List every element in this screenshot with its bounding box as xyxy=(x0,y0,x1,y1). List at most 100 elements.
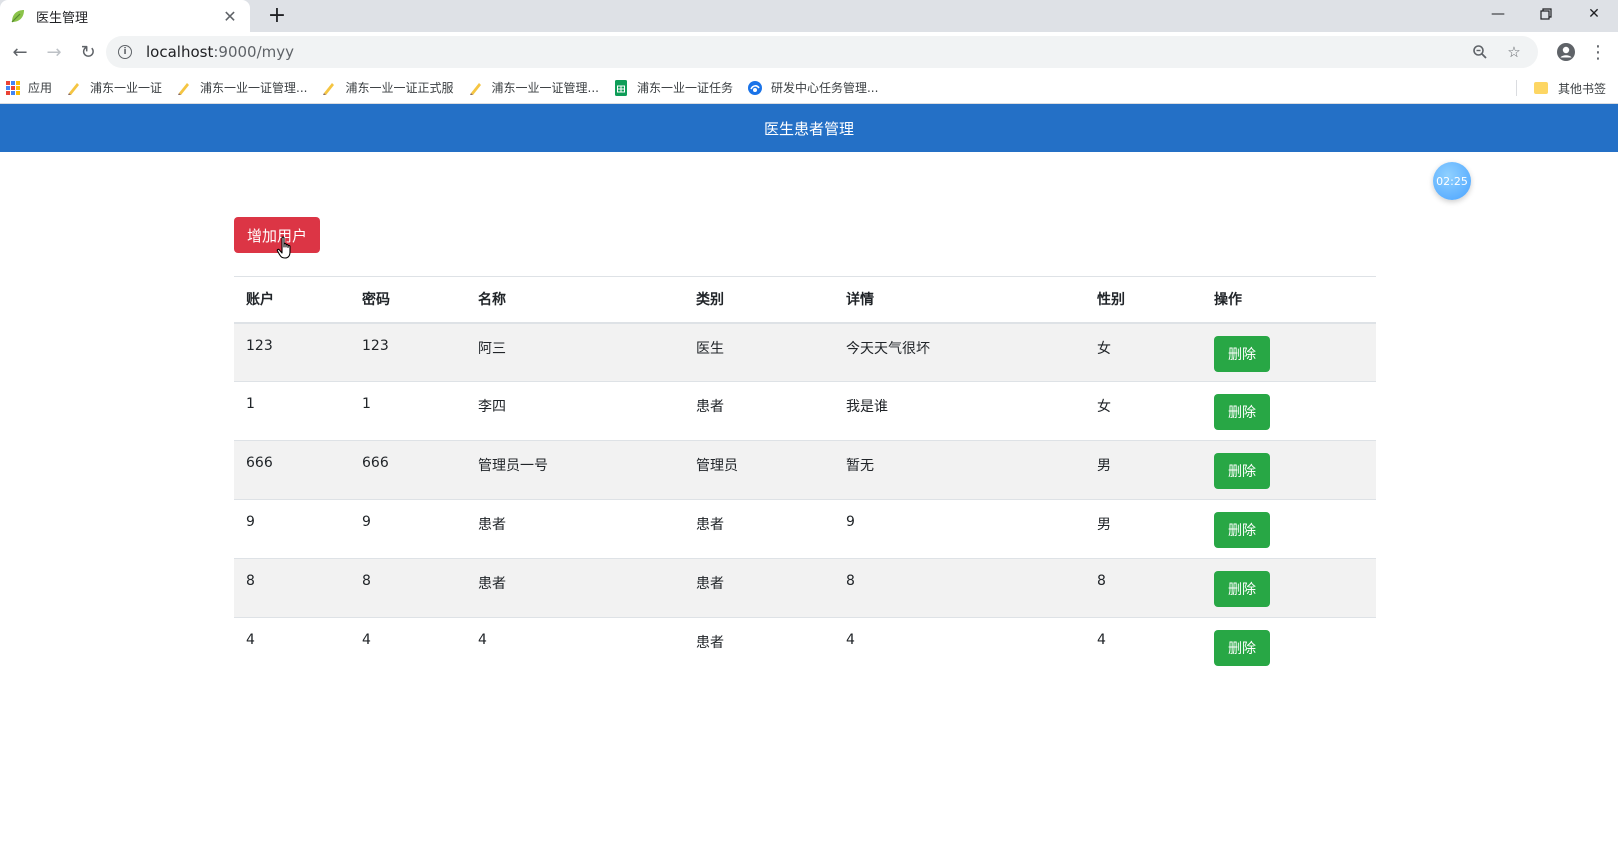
cell-account: 9 xyxy=(234,499,350,559)
pen-icon xyxy=(66,80,82,96)
column-header-type: 类别 xyxy=(684,276,834,324)
cell-gender: 男 xyxy=(1085,499,1202,559)
browser-tab[interactable]: 医生管理 ✕ xyxy=(0,0,250,32)
cell-detail: 我是谁 xyxy=(834,381,1085,441)
cell-type: 管理员 xyxy=(684,440,834,500)
table-row: 666 666 管理员一号 管理员 暂无 男 删除 xyxy=(234,440,1376,500)
cell-action: 删除 xyxy=(1202,322,1376,382)
cell-gender: 女 xyxy=(1085,322,1202,382)
bookmark-label: 浦东一业一证任务 xyxy=(636,81,733,95)
cell-name: 患者 xyxy=(466,499,684,559)
window-controls: — ✕ xyxy=(1474,0,1618,32)
browser-toolbar: ← → ↻ i localhost:9000/myy ☆ ⋮ xyxy=(0,32,1618,72)
cell-type: 医生 xyxy=(684,322,834,382)
cell-account: 123 xyxy=(234,322,350,382)
cell-name: 患者 xyxy=(466,558,684,618)
cell-name: 4 xyxy=(466,617,684,677)
column-header-action: 操作 xyxy=(1202,276,1376,324)
bookmark-item[interactable]: 浦东一业一证正式服 xyxy=(321,79,454,96)
table-row: 123 123 阿三 医生 今天天气很坏 女 删除 xyxy=(234,322,1376,382)
cell-action: 删除 xyxy=(1202,617,1376,677)
address-bar[interactable]: i localhost:9000/myy ☆ xyxy=(106,36,1538,68)
page-header: 医生患者管理 xyxy=(0,104,1618,152)
bookmark-label: 浦东一业一证正式服 xyxy=(345,81,454,95)
column-header-password: 密码 xyxy=(350,276,466,324)
cell-account: 8 xyxy=(234,558,350,618)
cell-name: 阿三 xyxy=(466,322,684,382)
forward-icon[interactable]: → xyxy=(40,38,68,66)
table-row: 4 4 4 患者 4 4 删除 xyxy=(234,617,1376,677)
column-header-account: 账户 xyxy=(234,276,350,324)
cell-detail: 今天天气很坏 xyxy=(834,322,1085,382)
delete-button[interactable]: 删除 xyxy=(1214,512,1270,548)
url-path: :9000/myy xyxy=(213,43,294,61)
bookmark-label: 浦东一业一证 xyxy=(90,81,163,95)
pen-icon xyxy=(468,80,484,96)
cell-password: 1 xyxy=(350,381,466,441)
reload-icon[interactable]: ↻ xyxy=(74,38,102,66)
cell-detail: 4 xyxy=(834,617,1085,677)
bookmark-item[interactable]: 浦东一业一证任务 xyxy=(613,79,733,96)
cell-name: 李四 xyxy=(466,381,684,441)
timer-bubble[interactable]: 02:25 xyxy=(1433,162,1471,200)
table-row: 9 9 患者 患者 9 男 删除 xyxy=(234,499,1376,559)
cell-gender: 男 xyxy=(1085,440,1202,500)
url-host: localhost xyxy=(146,43,214,61)
bookmark-label: 浦东一业一证管理... xyxy=(200,81,308,95)
pen-icon xyxy=(176,80,192,96)
cell-password: 8 xyxy=(350,558,466,618)
cell-password: 123 xyxy=(350,322,466,382)
delete-button[interactable]: 删除 xyxy=(1214,571,1270,607)
table-row: 8 8 患者 患者 8 8 删除 xyxy=(234,558,1376,618)
tab-strip: 医生管理 ✕ + — ✕ xyxy=(0,0,1618,32)
cell-detail: 暂无 xyxy=(834,440,1085,500)
globe-icon xyxy=(747,80,763,96)
other-bookmarks[interactable]: 其他书签 xyxy=(1533,72,1606,104)
column-header-gender: 性别 xyxy=(1085,276,1202,324)
bookmark-label: 浦东一业一证管理... xyxy=(491,81,599,95)
bookmark-item[interactable]: 研发中心任务管理... xyxy=(747,79,878,96)
profile-icon[interactable] xyxy=(1552,38,1580,66)
back-icon[interactable]: ← xyxy=(6,38,34,66)
bookmark-apps[interactable]: 应用 xyxy=(6,79,52,96)
bookmarks-bar: 应用 浦东一业一证 浦东一业一证管理... 浦东一业一证正式服 浦东一业一证管理… xyxy=(0,72,1618,104)
column-header-detail: 详情 xyxy=(834,276,1085,324)
cell-detail: 8 xyxy=(834,558,1085,618)
cell-action: 删除 xyxy=(1202,499,1376,559)
leaf-favicon-icon xyxy=(10,8,26,24)
delete-button[interactable]: 删除 xyxy=(1214,630,1270,666)
cell-type: 患者 xyxy=(684,617,834,677)
cell-type: 患者 xyxy=(684,499,834,559)
delete-button[interactable]: 删除 xyxy=(1214,453,1270,489)
info-icon[interactable]: i xyxy=(118,45,132,59)
bookmark-item[interactable]: 浦东一业一证 xyxy=(66,79,162,96)
folder-icon xyxy=(1533,82,1548,94)
cell-account: 666 xyxy=(234,440,350,500)
pen-icon xyxy=(321,80,337,96)
cell-type: 患者 xyxy=(684,381,834,441)
sheets-icon xyxy=(613,79,629,96)
bookmark-item[interactable]: 浦东一业一证管理... xyxy=(176,79,307,96)
bookmark-star-icon[interactable]: ☆ xyxy=(1502,40,1526,64)
new-tab-icon[interactable]: + xyxy=(264,3,290,29)
apps-grid-icon xyxy=(6,80,20,95)
tab-close-icon[interactable]: ✕ xyxy=(220,7,240,26)
cell-action: 删除 xyxy=(1202,381,1376,441)
cell-password: 4 xyxy=(350,617,466,677)
bookmark-label: 研发中心任务管理... xyxy=(770,81,879,95)
minimize-icon[interactable]: — xyxy=(1474,0,1522,28)
menu-dots-icon[interactable]: ⋮ xyxy=(1584,38,1612,66)
delete-button[interactable]: 删除 xyxy=(1214,335,1270,372)
url-text[interactable]: localhost:9000/myy xyxy=(146,43,1458,61)
cell-gender: 女 xyxy=(1085,381,1202,441)
other-bookmarks-label: 其他书签 xyxy=(1557,81,1606,96)
cell-password: 666 xyxy=(350,440,466,500)
restore-icon[interactable] xyxy=(1522,0,1570,28)
cell-type: 患者 xyxy=(684,558,834,618)
table-row: 1 1 李四 患者 我是谁 女 删除 xyxy=(234,381,1376,441)
zoom-icon[interactable] xyxy=(1468,40,1492,64)
close-window-icon[interactable]: ✕ xyxy=(1570,0,1618,28)
user-table: 账户 密码 名称 类别 详情 性别 操作 123 123 阿三 医生 今天天气很… xyxy=(234,276,1376,677)
delete-button[interactable]: 删除 xyxy=(1214,394,1270,430)
bookmark-item[interactable]: 浦东一业一证管理... xyxy=(468,79,599,96)
